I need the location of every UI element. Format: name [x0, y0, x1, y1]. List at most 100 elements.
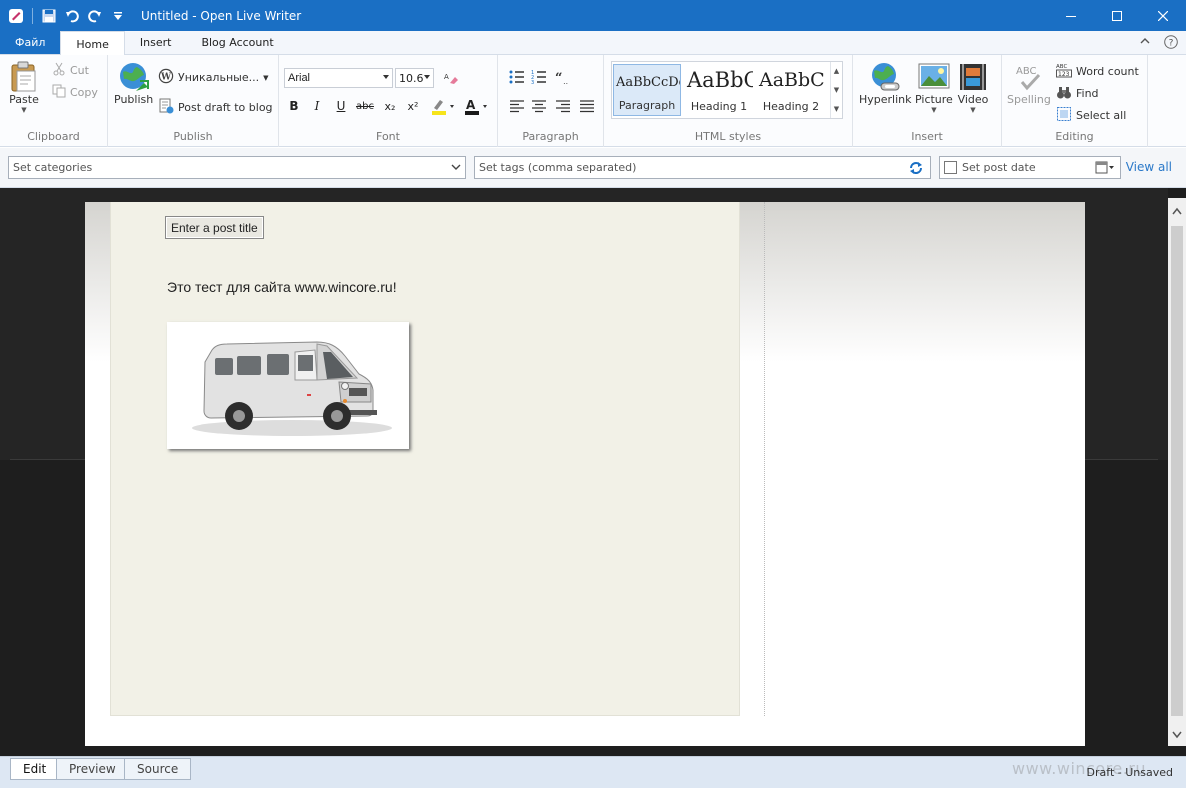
align-right-icon[interactable]	[553, 96, 573, 116]
highlight-button[interactable]	[429, 96, 457, 116]
picture-button[interactable]: Picture ▼	[915, 61, 953, 114]
calendar-icon[interactable]	[1095, 161, 1115, 178]
scroll-up-icon[interactable]	[1168, 202, 1186, 220]
word-count-button[interactable]: ABC 123 Word count	[1056, 62, 1139, 81]
categories-chevron-down-icon[interactable]	[451, 162, 461, 175]
quick-access-toolbar	[0, 0, 131, 31]
blog-account-label: Уникальные...	[178, 71, 260, 84]
clear-formatting-icon[interactable]: A	[441, 68, 461, 88]
post-properties-bar: Set categories Set tags (comma separated…	[0, 148, 1186, 188]
post-draft-button[interactable]: Post draft to blog	[158, 98, 273, 117]
help-icon[interactable]: ?	[1164, 35, 1178, 52]
sidebar-guide	[764, 202, 765, 716]
font-family-select[interactable]: Arial	[284, 68, 393, 88]
hyperlink-button[interactable]: Hyperlink	[859, 61, 912, 106]
gallery-expand-icon[interactable]: ▼	[834, 105, 839, 113]
publish-button[interactable]: Publish	[114, 61, 153, 106]
style-name: Heading 2	[762, 100, 820, 113]
scroll-down-icon[interactable]	[1168, 726, 1186, 744]
word-count-label: Word count	[1076, 65, 1139, 78]
scroll-thumb[interactable]	[1171, 226, 1183, 716]
vertical-scrollbar[interactable]	[1168, 198, 1186, 746]
publish-label: Publish	[114, 93, 154, 106]
gallery-up-icon[interactable]: ▲	[834, 67, 839, 75]
video-label: Video	[957, 93, 989, 106]
post-title-input[interactable]: Enter a post title	[165, 216, 264, 239]
cut-button[interactable]: Cut	[52, 62, 89, 79]
style-sample: AaBbCc	[759, 69, 825, 91]
copy-button[interactable]: Copy	[52, 84, 98, 101]
wordpress-icon: W	[158, 68, 174, 87]
word-count-icon: ABC 123	[1056, 62, 1072, 81]
tab-home[interactable]: Home	[60, 31, 125, 56]
font-size-select[interactable]: 10.6	[395, 68, 434, 88]
post-date-field[interactable]: Set post date	[939, 156, 1121, 179]
publish-group-label: Publish	[173, 130, 213, 143]
align-left-icon[interactable]	[507, 96, 527, 116]
refresh-tags-icon[interactable]	[908, 160, 924, 179]
app-icon[interactable]	[6, 6, 26, 26]
tags-field[interactable]: Set tags (comma separated)	[474, 156, 931, 179]
close-button[interactable]	[1140, 0, 1186, 31]
html-styles-group-label: HTML styles	[694, 130, 762, 143]
tab-edit[interactable]: Edit	[10, 758, 60, 780]
group-publish: Publish W Уникальные... ▼ Post draft to …	[108, 55, 279, 147]
paste-button[interactable]: Paste ▼	[8, 61, 40, 114]
post-image[interactable]	[167, 322, 409, 449]
view-all-link[interactable]: View all	[1126, 160, 1172, 174]
text-color-button[interactable]: A	[462, 96, 490, 116]
numbered-list-icon[interactable]: 123	[529, 67, 549, 87]
post-body-text[interactable]: Это тест для сайта www.wincore.ru!	[167, 279, 397, 295]
redo-icon[interactable]	[85, 6, 105, 26]
blog-account-dropdown[interactable]: W Уникальные... ▼	[158, 68, 268, 87]
blockquote-icon[interactable]: “,,	[553, 67, 573, 87]
video-button[interactable]: Video ▼	[957, 61, 989, 114]
maximize-button[interactable]	[1094, 0, 1140, 31]
select-all-button[interactable]: Select all	[1056, 106, 1126, 125]
tab-insert[interactable]: Insert	[125, 31, 187, 54]
gallery-down-icon[interactable]: ▼	[834, 86, 839, 94]
tab-preview[interactable]: Preview	[56, 758, 129, 780]
subscript-button[interactable]: x₂	[380, 96, 400, 116]
align-center-icon[interactable]	[529, 96, 549, 116]
categories-field[interactable]: Set categories	[8, 156, 466, 179]
undo-icon[interactable]	[62, 6, 82, 26]
font-size-value: 10.6	[399, 71, 424, 85]
tab-source[interactable]: Source	[124, 758, 192, 780]
svg-text:“: “	[555, 71, 562, 84]
superscript-button[interactable]: x²	[403, 96, 423, 116]
find-button[interactable]: Find	[1056, 84, 1099, 103]
svg-text:,,: ,,	[563, 77, 568, 84]
find-label: Find	[1076, 87, 1099, 100]
svg-text:A: A	[444, 73, 449, 81]
save-icon[interactable]	[39, 6, 59, 26]
tags-placeholder: Set tags (comma separated)	[479, 161, 637, 174]
collapse-ribbon-icon[interactable]	[1140, 35, 1150, 52]
strikethrough-button[interactable]: abc	[355, 96, 375, 116]
bold-button[interactable]: B	[284, 96, 304, 116]
justify-icon[interactable]	[577, 96, 597, 116]
style-heading-2[interactable]: AaBbCc Heading 2	[757, 64, 825, 116]
editor-area: Enter a post title Это тест для сайта ww…	[0, 188, 1186, 756]
group-editing: ABC Spelling ABC 123 Word count Find Sele…	[1002, 55, 1148, 147]
minimize-button[interactable]	[1048, 0, 1094, 31]
customize-qat-icon[interactable]	[108, 6, 128, 26]
picture-icon	[918, 61, 950, 93]
post-date-label: Set post date	[962, 161, 1036, 174]
tab-blog-account[interactable]: Blog Account	[186, 31, 288, 54]
post-date-checkbox[interactable]	[944, 161, 957, 174]
paste-label: Paste	[9, 93, 39, 106]
italic-button[interactable]: I	[307, 96, 327, 116]
post-canvas[interactable]: Enter a post title Это тест для сайта ww…	[110, 202, 740, 716]
style-heading-1[interactable]: AaBbC Heading 1	[685, 64, 753, 116]
spelling-button[interactable]: ABC Spelling	[1007, 61, 1051, 106]
font-group-label: Font	[376, 130, 400, 143]
group-font: Arial 10.6 A B I U abc x₂ x² A Font	[279, 55, 498, 147]
tab-file[interactable]: Файл	[0, 31, 61, 54]
bullet-list-icon[interactable]	[507, 67, 527, 87]
title-bar: Untitled - Open Live Writer	[0, 0, 1186, 31]
gallery-scroll[interactable]: ▲ ▼ ▼	[830, 62, 842, 118]
style-paragraph[interactable]: AaBbCcDd Paragraph	[613, 64, 681, 116]
underline-button[interactable]: U	[331, 96, 351, 116]
paragraph-group-label: Paragraph	[522, 130, 579, 143]
